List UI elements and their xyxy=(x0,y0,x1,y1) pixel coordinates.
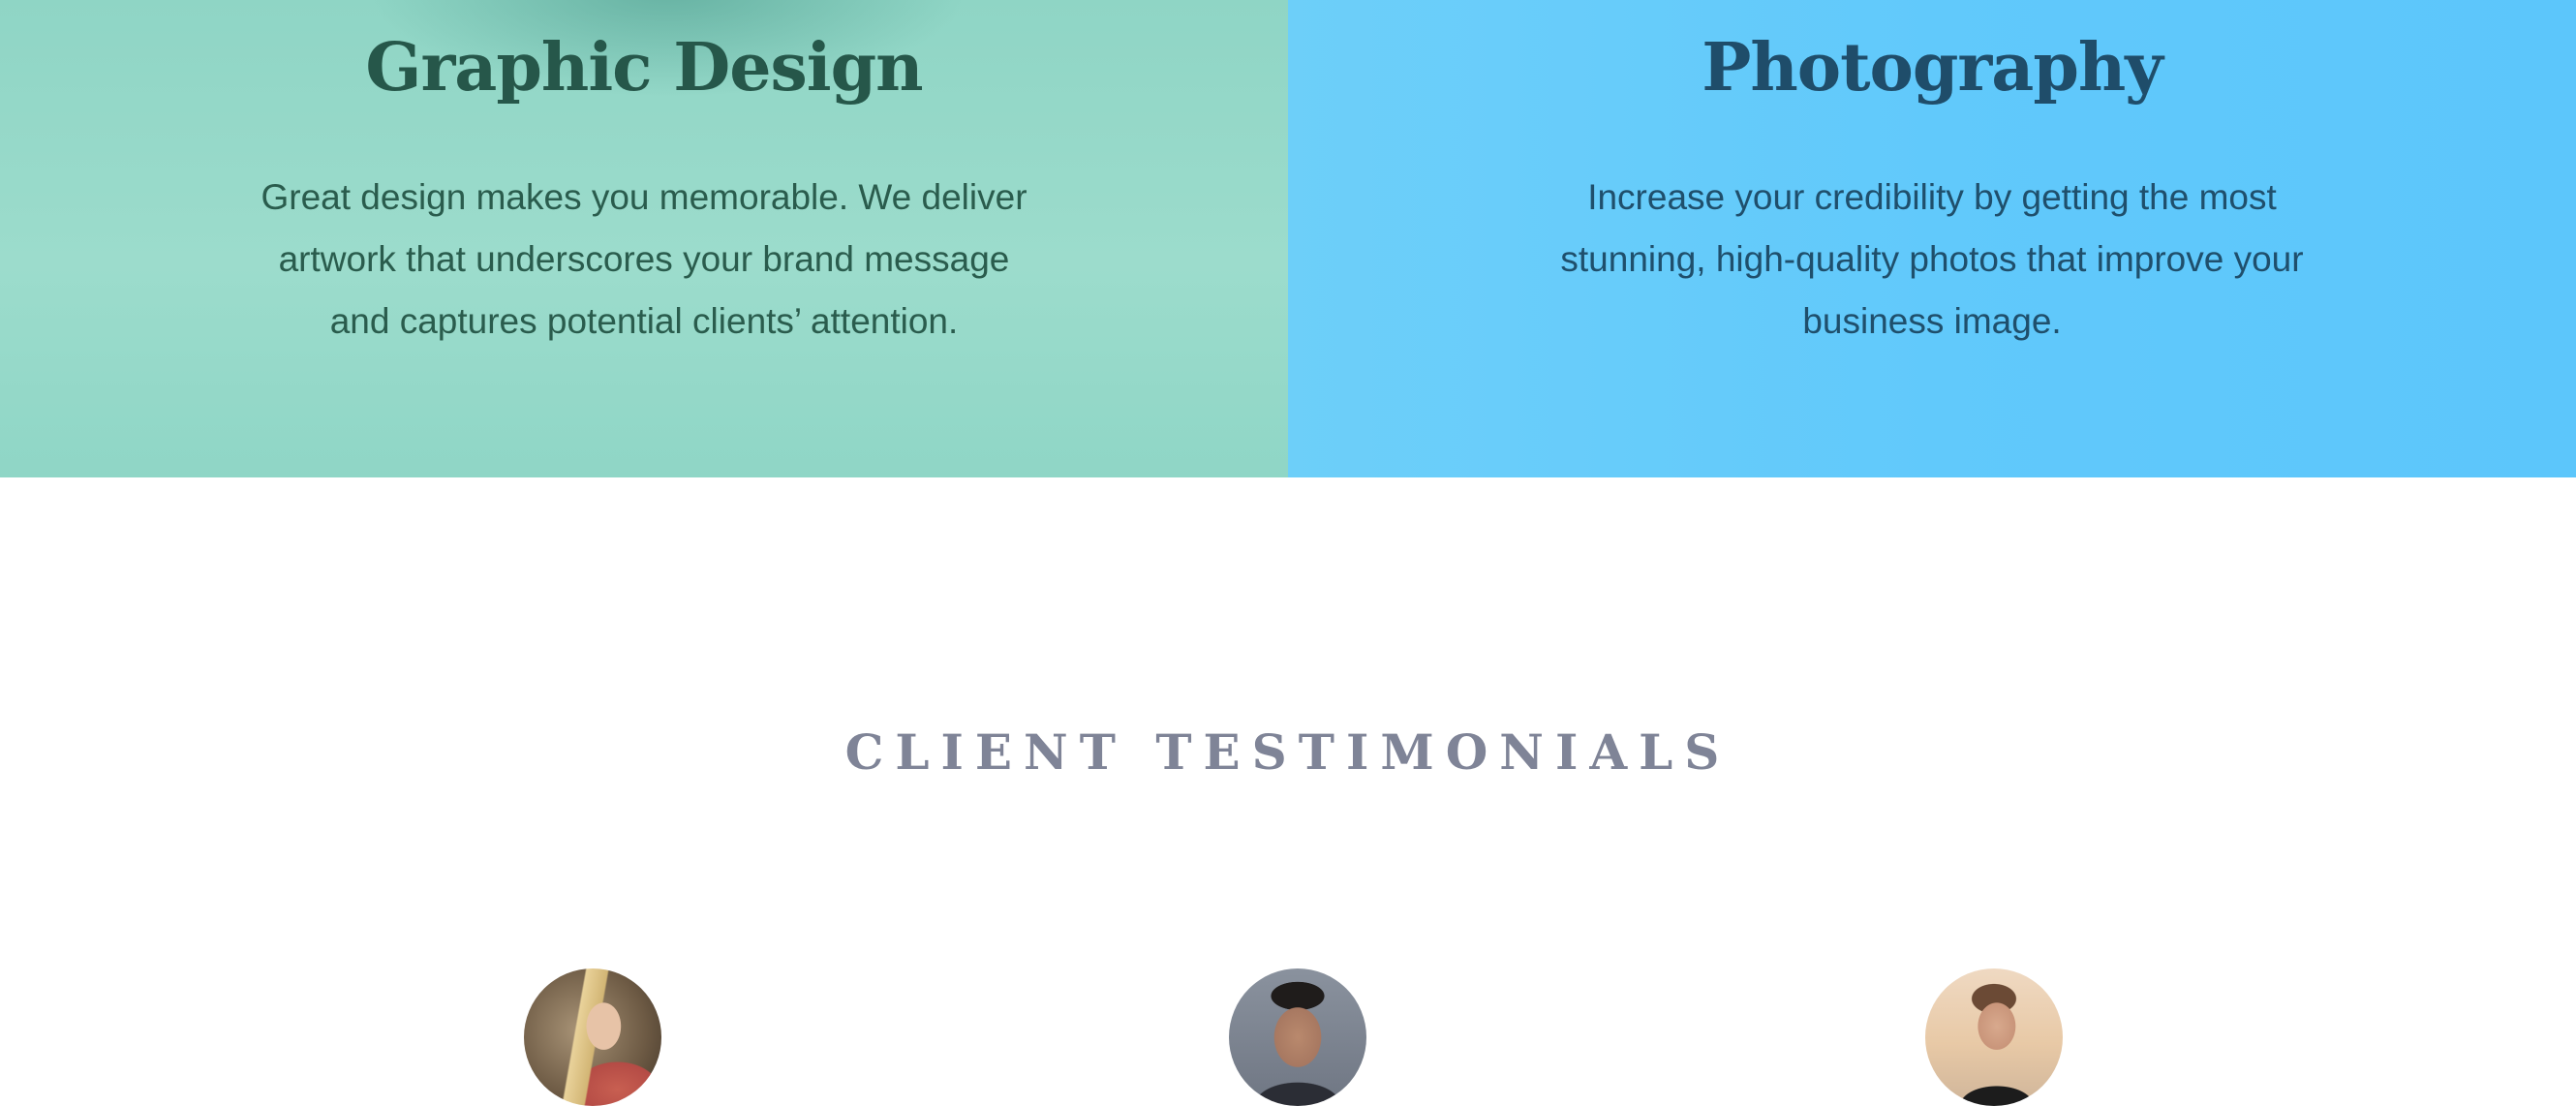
photography-panel: Photography Increase your credibility by… xyxy=(1288,0,2576,477)
graphic-design-panel: Graphic Design Great design makes you me… xyxy=(0,0,1288,477)
client-avatar-man-smiling xyxy=(1229,968,1366,1106)
service-title: Photography xyxy=(1702,29,2163,107)
testimonials-heading: CLIENT TESTIMONIALS xyxy=(844,723,1732,781)
service-description: Great design makes you memorable. We del… xyxy=(261,177,1027,341)
services-section: Graphic Design Great design makes you me… xyxy=(0,0,2576,477)
service-description: Increase your credibility by getting the… xyxy=(1560,177,2304,341)
client-avatar-woman-blonde xyxy=(524,968,661,1106)
client-avatar-woman-beach xyxy=(1925,968,2063,1106)
service-title: Graphic Design xyxy=(365,29,923,107)
